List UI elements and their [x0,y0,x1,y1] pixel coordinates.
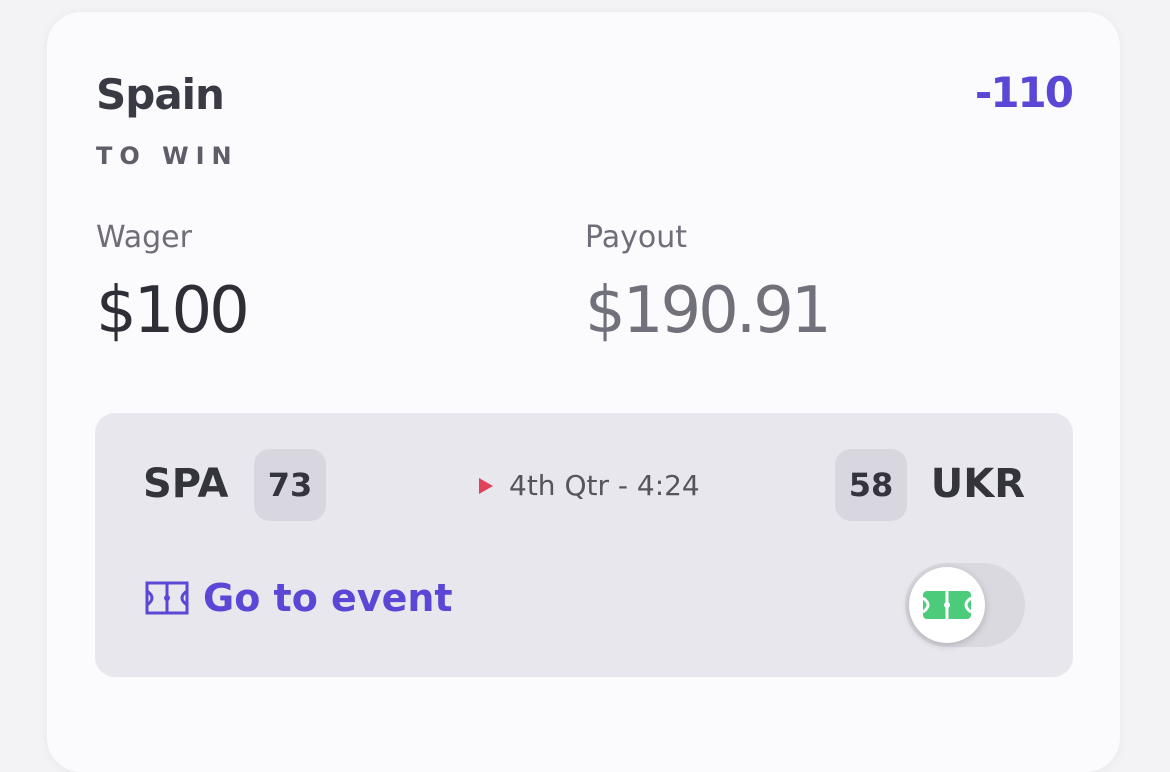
bet-type: TO WIN [96,142,239,170]
court-toggle-icon [923,591,971,619]
payout-value: $190.91 [585,274,832,348]
away-team-abbr: UKR [930,461,1025,507]
wager-value: $100 [96,274,250,348]
game-clock: 4th Qtr - 4:24 [509,469,700,502]
live-play-icon [479,477,493,494]
game-status: 4th Qtr - 4:24 [479,469,700,502]
court-view-toggle[interactable] [905,563,1025,647]
odds: -110 [974,68,1074,117]
selection-team: Spain [96,70,225,119]
home-score: 73 [254,449,326,521]
go-to-event-link[interactable]: Go to event [145,576,453,620]
event-panel: SPA 73 4th Qtr - 4:24 58 UKR Go to event [95,413,1073,677]
toggle-knob[interactable] [909,567,985,643]
home-team-abbr: SPA [143,461,229,507]
payout-label: Payout [585,220,688,255]
away-score: 58 [835,449,907,521]
go-to-event-label: Go to event [203,576,453,620]
wager-label: Wager [96,220,192,255]
court-icon [145,581,189,615]
bet-card: Spain TO WIN -110 Wager $100 Payout $190… [47,12,1120,772]
